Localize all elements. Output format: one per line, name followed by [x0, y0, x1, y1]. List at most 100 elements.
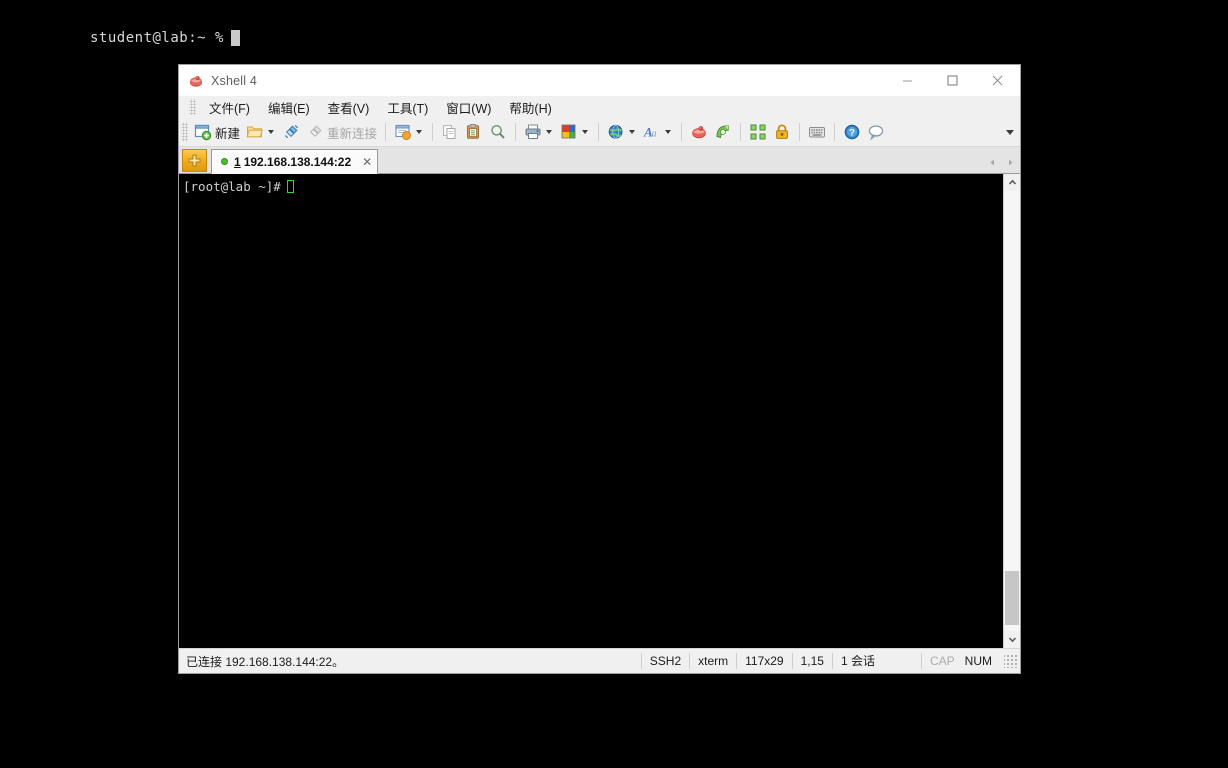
terminal-area: [root@lab ~]#: [179, 174, 1020, 648]
svg-text:a: a: [652, 129, 657, 140]
reconnect-label: 重新连接: [327, 126, 378, 141]
toolbar-separator-4: [598, 123, 600, 141]
resize-grip-icon[interactable]: [1004, 654, 1018, 668]
status-protocol: SSH2: [640, 653, 689, 669]
window-titlebar[interactable]: Xshell 4: [179, 65, 1020, 96]
color-scheme-button[interactable]: [557, 120, 593, 144]
tab-number: 1: [234, 154, 241, 169]
menu-file[interactable]: 文件(F): [200, 96, 259, 119]
xftp-icon: [716, 125, 730, 139]
toolbar: 新建 重新连接 A a ?: [179, 118, 1020, 147]
lock-button[interactable]: [770, 120, 794, 144]
new-tab-icon: [188, 154, 201, 167]
status-connection: 已连接 192.168.138.144:22。: [186, 654, 345, 669]
status-cursor-position: 1,15: [791, 653, 832, 669]
status-size: 117x29: [736, 653, 791, 669]
help-icon: ?: [844, 124, 860, 140]
open-folder-icon: [246, 126, 263, 138]
window-controls: [885, 65, 1020, 96]
scrollbar-thumb[interactable]: [1005, 571, 1019, 625]
connected-dot-icon: [221, 158, 228, 165]
desktop-terminal-prompt: student@lab:~ %: [90, 30, 240, 46]
menubar-drag-handle[interactable]: [189, 99, 196, 115]
xshell-button[interactable]: [687, 120, 711, 144]
xshell-icon: [692, 126, 706, 139]
paste-icon: [467, 124, 480, 139]
window-title: Xshell 4: [211, 73, 258, 88]
session-dropdown-caret-icon[interactable]: [416, 130, 423, 134]
scrollbar-track[interactable]: [1004, 191, 1020, 631]
chat-button[interactable]: [864, 120, 888, 144]
toolbar-separator-8: [834, 123, 836, 141]
arrow-right-icon: [1008, 159, 1012, 165]
status-caps-lock: CAP: [920, 653, 963, 669]
lock-icon: [776, 124, 788, 139]
close-icon: [992, 75, 1003, 86]
print-dropdown-caret-icon[interactable]: [546, 130, 553, 134]
toolbar-drag-handle[interactable]: [181, 122, 188, 142]
close-tab-icon[interactable]: ✕: [362, 156, 372, 168]
toolbar-separator-6: [740, 123, 742, 141]
new-session-icon: [194, 124, 212, 141]
connect-button[interactable]: [279, 120, 303, 144]
fullscreen-button[interactable]: [746, 120, 770, 144]
open-session-button[interactable]: [243, 120, 279, 144]
terminal-screen[interactable]: [root@lab ~]#: [179, 174, 1003, 648]
tab-prev-button[interactable]: [984, 154, 1000, 170]
reconnect-plug-icon: [310, 125, 322, 138]
menu-edit[interactable]: 编辑(E): [259, 96, 319, 119]
reconnect-button[interactable]: 重新连接: [303, 120, 380, 144]
session-manager-icon: [395, 124, 411, 140]
tab-next-button[interactable]: [1002, 154, 1018, 170]
maximize-button[interactable]: [930, 65, 975, 96]
session-manager-button[interactable]: [391, 120, 427, 144]
color-palette-icon: [561, 124, 576, 139]
keyboard-button[interactable]: [805, 120, 829, 144]
encoding-dropdown-caret-icon[interactable]: [629, 130, 636, 134]
print-button[interactable]: [521, 120, 557, 144]
font-button[interactable]: A a: [640, 120, 676, 144]
xshell-window: Xshell 4 文件(F) 编辑(E) 查看(V) 工具(T) 窗口(W) 帮…: [178, 64, 1021, 674]
desktop-prompt-text: student@lab:~ %: [90, 30, 224, 46]
new-session-button[interactable]: 新建: [191, 120, 243, 144]
terminal-scrollbar[interactable]: [1003, 174, 1020, 648]
find-button[interactable]: [486, 120, 510, 144]
arrow-left-icon: [990, 159, 994, 165]
scroll-down-icon: [1008, 637, 1016, 643]
session-tab[interactable]: 1 192.168.138.144:22 ✕: [211, 149, 379, 174]
toolbar-separator-3: [515, 123, 517, 141]
color-dropdown-caret-icon[interactable]: [582, 130, 589, 134]
scroll-up-icon: [1008, 179, 1016, 185]
new-tab-button[interactable]: [182, 149, 207, 172]
keyboard-icon: [809, 127, 826, 138]
menu-help[interactable]: 帮助(H): [500, 96, 560, 119]
menu-view[interactable]: 查看(V): [319, 96, 379, 119]
paste-button[interactable]: [462, 120, 486, 144]
scroll-down-button[interactable]: [1004, 631, 1020, 648]
toolbar-separator-7: [799, 123, 801, 141]
help-button[interactable]: ?: [840, 120, 864, 144]
menu-tools[interactable]: 工具(T): [378, 96, 437, 119]
new-session-label: 新建: [215, 126, 241, 141]
tab-navigation: [984, 154, 1018, 170]
tab-title: 192.168.138.144:22: [243, 154, 352, 169]
globe-icon: [608, 124, 623, 139]
terminal-cursor-icon: [286, 180, 294, 193]
svg-text:?: ?: [849, 128, 855, 139]
scroll-up-button[interactable]: [1004, 174, 1020, 191]
status-num-lock: NUM: [964, 654, 992, 668]
menu-window[interactable]: 窗口(W): [437, 96, 500, 119]
toolbar-separator-5: [681, 123, 683, 141]
minimize-button[interactable]: [885, 65, 930, 96]
font-dropdown-caret-icon[interactable]: [665, 130, 672, 134]
toolbar-overflow-chevron-icon[interactable]: [1006, 129, 1014, 135]
minimize-icon: [903, 80, 912, 82]
chat-bubble-icon: [868, 125, 884, 141]
status-sessions: 1 会话: [831, 653, 883, 669]
xftp-button[interactable]: [711, 120, 735, 144]
copy-button[interactable]: [438, 120, 462, 144]
open-dropdown-caret-icon[interactable]: [268, 130, 275, 134]
close-button[interactable]: [975, 65, 1020, 96]
toolbar-separator-1: [385, 123, 387, 141]
encoding-button[interactable]: [604, 120, 640, 144]
